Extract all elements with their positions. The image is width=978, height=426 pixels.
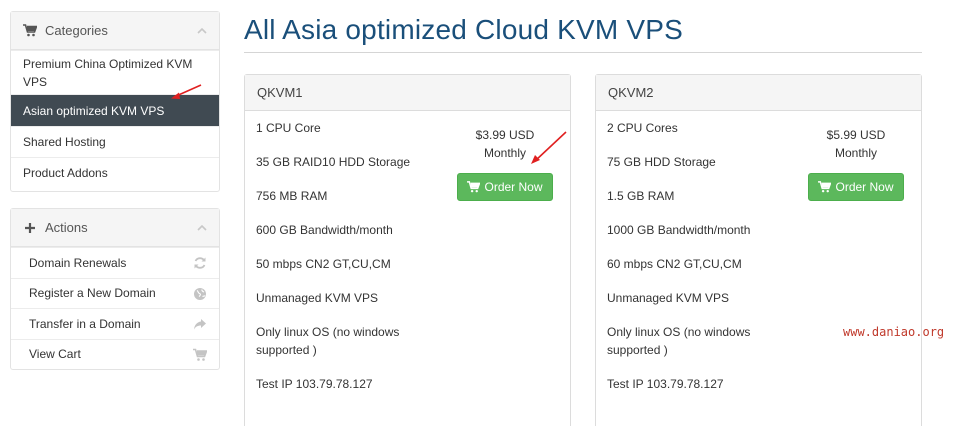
action-label: Register a New Domain: [29, 286, 156, 301]
product-pricing: $5.99 USD Monthly Order Now: [808, 126, 904, 201]
plus-icon: [23, 221, 37, 235]
categories-panel: Categories Premium China Optimized KVM V…: [10, 11, 220, 192]
product-name: QKVM1: [245, 75, 570, 111]
order-now-label: Order Now: [835, 180, 894, 194]
feature-item: 1.5 GB RAM: [607, 189, 675, 203]
category-item-product-addons[interactable]: Product Addons: [11, 157, 219, 188]
share-arrow-icon: [194, 319, 206, 330]
action-domain-renewals[interactable]: Domain Renewals: [11, 247, 219, 278]
order-now-button[interactable]: Order Now: [457, 173, 553, 201]
price: $3.99 USD: [475, 128, 535, 142]
actions-panel: Actions Domain Renewals Register a New D…: [10, 208, 220, 370]
action-label: Domain Renewals: [29, 255, 127, 270]
category-label: Asian optimized KVM VPS: [23, 103, 165, 118]
feature-item: Unmanaged KVM VPS: [607, 291, 730, 305]
feature-item: 1000 GB Bandwidth/month: [607, 223, 751, 237]
billing-cycle: Monthly: [834, 146, 878, 160]
categories-title: Categories: [45, 23, 108, 38]
action-register-domain[interactable]: Register a New Domain: [11, 277, 219, 309]
cart-icon: [467, 181, 481, 193]
feature-item: 600 GB Bandwidth/month: [256, 223, 393, 237]
product-card-qkvm1: QKVM1 1 CPU Core 35 GB RAID10 HDD Storag…: [244, 74, 571, 426]
product-name: QKVM2: [596, 75, 921, 111]
feature-item: Only linux OS (no windows supported ): [607, 325, 751, 357]
feature-item: Only linux OS (no windows supported ): [256, 325, 400, 357]
cart-icon: [818, 181, 832, 193]
feature-item: 35 GB RAID10 HDD Storage: [256, 155, 411, 169]
action-label: Transfer in a Domain: [29, 316, 141, 331]
category-item-asian-optimized[interactable]: Asian optimized KVM VPS: [11, 94, 219, 126]
product-features: 2 CPU Cores 75 GB HDD Storage 1.5 GB RAM…: [607, 119, 792, 409]
cart-icon: [193, 348, 207, 361]
product-features: 1 CPU Core 35 GB RAID10 HDD Storage 756 …: [256, 119, 441, 409]
order-now-button[interactable]: Order Now: [808, 173, 904, 201]
feature-item: 60 mbps CN2 GT,CU,CM: [607, 257, 742, 271]
feature-item: 75 GB HDD Storage: [607, 155, 716, 169]
category-label: Shared Hosting: [23, 135, 106, 149]
category-item-shared-hosting[interactable]: Shared Hosting: [11, 126, 219, 157]
category-label: Product Addons: [23, 166, 108, 180]
action-label: View Cart: [29, 347, 81, 362]
feature-item: 2 CPU Cores: [607, 121, 678, 135]
refresh-icon: [194, 257, 206, 269]
feature-item: 1 CPU Core: [256, 121, 321, 135]
actions-title: Actions: [45, 220, 88, 235]
cart-icon: [23, 24, 37, 38]
title-divider: [244, 52, 922, 53]
categories-header[interactable]: Categories: [11, 12, 219, 50]
feature-item: Test IP 103.79.78.127: [607, 377, 724, 391]
actions-header[interactable]: Actions: [11, 209, 219, 247]
feature-item: Unmanaged KVM VPS: [256, 291, 379, 305]
product-card-qkvm2: QKVM2 2 CPU Cores 75 GB HDD Storage 1.5 …: [595, 74, 922, 426]
action-transfer-domain[interactable]: Transfer in a Domain: [11, 308, 219, 339]
action-view-cart[interactable]: View Cart: [11, 338, 219, 370]
chevron-up-icon[interactable]: [197, 26, 207, 36]
product-pricing: $3.99 USD Monthly Order Now: [457, 126, 553, 201]
price: $5.99 USD: [826, 128, 886, 142]
category-item-premium-china[interactable]: Premium China Optimized KVM VPS: [11, 50, 219, 94]
billing-cycle: Monthly: [483, 146, 527, 160]
watermark-text: www.daniao.org: [843, 325, 945, 339]
feature-item: 756 MB RAM: [256, 189, 328, 203]
order-now-label: Order Now: [484, 180, 543, 194]
page-title: All Asia optimized Cloud KVM VPS: [244, 14, 684, 45]
chevron-up-icon[interactable]: [197, 223, 207, 233]
feature-item: Test IP 103.79.78.127: [256, 377, 373, 391]
feature-item: 50 mbps CN2 GT,CU,CM: [256, 257, 391, 271]
globe-icon: [194, 287, 206, 300]
category-label: Premium China Optimized KVM VPS: [23, 56, 193, 89]
